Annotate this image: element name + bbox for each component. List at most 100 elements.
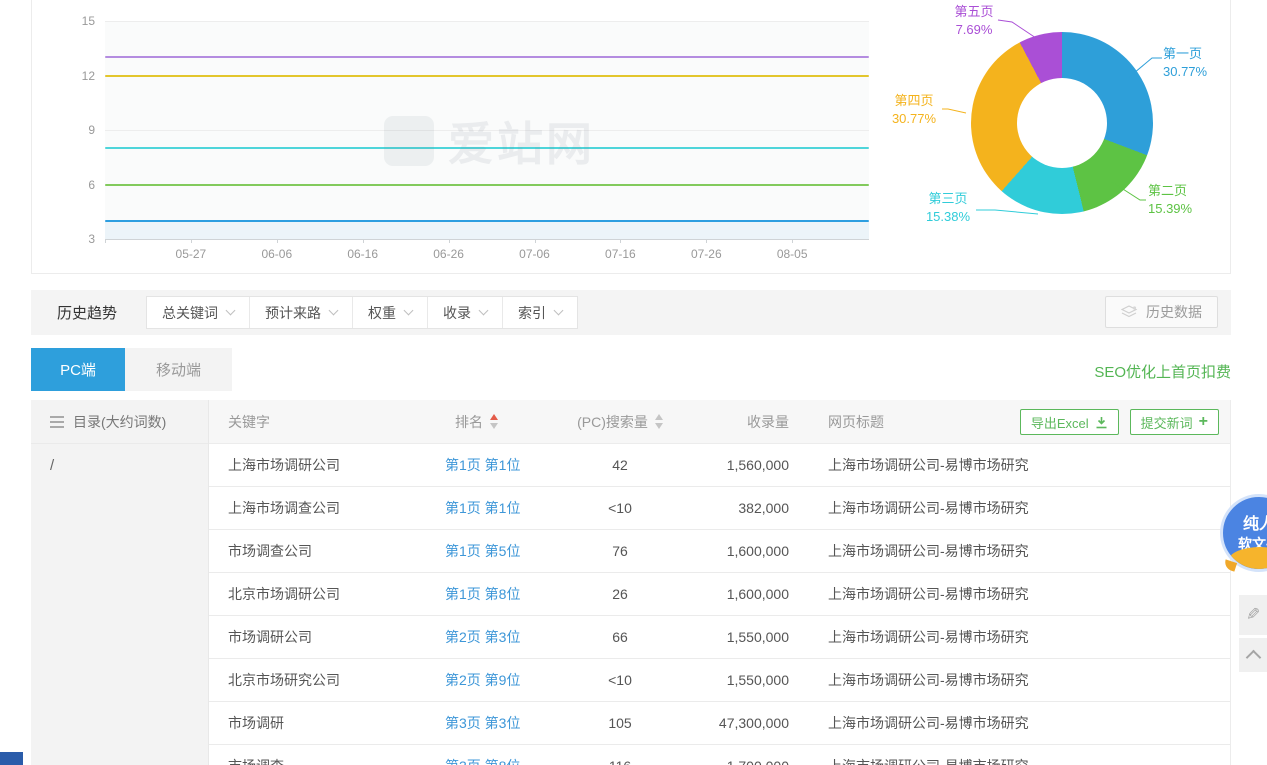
history-data-button[interactable]: 历史数据 (1105, 296, 1218, 328)
x-axis-tick-label: 06-16 (331, 247, 395, 261)
filter-weight[interactable]: 权重 (353, 297, 428, 328)
x-axis-tick-label: 05-27 (159, 247, 223, 261)
page-title-cell: 上海市场调研公司-易博市场研究 (793, 756, 1230, 765)
gridline (105, 239, 869, 240)
pie-label-page1: 第一页 30.77% (1163, 45, 1207, 81)
corner-widget (0, 752, 23, 765)
search-volume-cell: 42 (555, 457, 685, 473)
rank-link[interactable]: 第1页 第8位 (445, 584, 520, 604)
page-distribution-donut-chart (971, 32, 1153, 214)
inclusion-cell: 1,560,000 (685, 457, 793, 473)
pie-label-page3: 第三页 15.38% (916, 190, 980, 226)
tab-mobile[interactable]: 移动端 (125, 348, 232, 391)
keyword-cell: 上海市场调查公司 (209, 498, 445, 518)
rank-cell: 第1页 第8位 (445, 584, 555, 604)
rank-link[interactable]: 第1页 第1位 (445, 498, 520, 518)
column-header-rank[interactable]: 排名 (445, 412, 555, 432)
rank-cell: 第1页 第1位 (445, 455, 555, 475)
table-row: 北京市场研究公司第2页 第9位<101,550,000上海市场调研公司-易博市场… (209, 659, 1230, 702)
inclusion-cell: 1,600,000 (685, 586, 793, 602)
chevron-up-icon (1245, 650, 1261, 666)
rank-cell: 第3页 第3位 (445, 713, 555, 733)
column-header-keyword: 关键字 (209, 412, 445, 432)
directory-list: / (31, 444, 208, 474)
export-excel-button[interactable]: 导出Excel (1020, 409, 1119, 435)
trend-series-line (105, 75, 869, 77)
filter-dropdown-label: 预计来路 (265, 303, 321, 323)
directory-item[interactable]: / (31, 444, 208, 474)
layers-icon (1121, 305, 1138, 320)
filter-inclusion[interactable]: 收录 (428, 297, 503, 328)
inclusion-cell: 1,700,000 (685, 758, 793, 765)
x-axis-tick-label: 07-16 (588, 247, 652, 261)
keyword-table-header: 关键字 排名 (PC)搜索量 收录量 网页标题 导出Excel (209, 400, 1230, 444)
directory-title: 目录(大约词数) (73, 412, 166, 432)
search-volume-cell: 76 (555, 543, 685, 559)
keyword-cell: 市场调研 (209, 713, 445, 733)
chevron-down-icon (226, 306, 236, 316)
keyword-table: 关键字 排名 (PC)搜索量 收录量 网页标题 导出Excel (209, 400, 1231, 765)
history-trend-label: 历史趋势 (57, 302, 117, 323)
page-title-cell: 上海市场调研公司-易博市场研究 (793, 455, 1230, 475)
inclusion-cell: 1,600,000 (685, 543, 793, 559)
y-axis-tick-label: 6 (57, 178, 95, 192)
trend-series-line (105, 220, 869, 222)
sort-asc-icon[interactable] (655, 414, 663, 420)
x-axis-tick-label: 06-06 (245, 247, 309, 261)
y-axis-tick-label: 15 (57, 14, 95, 28)
directory-sidebar: 目录(大约词数) / (31, 400, 209, 765)
submit-keyword-button[interactable]: 提交新词 + (1130, 409, 1219, 435)
sort-desc-icon[interactable] (655, 423, 663, 429)
seo-promo-link[interactable]: SEO优化上首页扣费 (1094, 361, 1231, 382)
search-volume-cell: 116 (555, 758, 685, 765)
rank-cell: 第1页 第5位 (445, 541, 555, 561)
x-axis-tick-mark (191, 239, 192, 243)
column-header-search-volume[interactable]: (PC)搜索量 (555, 412, 685, 432)
table-row: 市场调研公司第2页 第3位661,550,000上海市场调研公司-易博市场研究 (209, 616, 1230, 659)
filter-index[interactable]: 索引 (503, 297, 577, 328)
plus-icon: + (1199, 414, 1208, 430)
sort-arrows-rank[interactable] (490, 414, 498, 429)
search-volume-cell: 26 (555, 586, 685, 602)
rank-link[interactable]: 第3页 第8位 (445, 756, 520, 765)
search-volume-cell: 105 (555, 715, 685, 731)
trend-filter-group: 总关键词 预计来路 权重收录 索引 (146, 296, 578, 329)
sort-desc-icon[interactable] (490, 423, 498, 429)
x-axis-tick-mark (535, 239, 536, 243)
gridline (105, 130, 869, 131)
pencil-icon: ✎ (1246, 605, 1260, 625)
sort-arrows-volume[interactable] (655, 414, 663, 429)
feedback-button[interactable]: ✎ (1239, 595, 1267, 635)
filter-dropdown-label: 总关键词 (162, 303, 218, 323)
x-axis-tick-mark (105, 239, 106, 243)
filter-estimated-traffic[interactable]: 预计来路 (250, 297, 353, 328)
filter-dropdown-label: 收录 (443, 303, 471, 323)
download-icon (1095, 416, 1108, 429)
keyword-cell: 市场调查公司 (209, 541, 445, 561)
inclusion-cell: 382,000 (685, 500, 793, 516)
back-to-top-button[interactable] (1239, 638, 1267, 672)
rank-cell: 第3页 第8位 (445, 756, 555, 765)
x-axis-tick-mark (449, 239, 450, 243)
x-axis-tick-label: 07-06 (503, 247, 567, 261)
x-axis-tick-label: 06-26 (417, 247, 481, 261)
rank-link[interactable]: 第3页 第3位 (445, 713, 520, 733)
table-row: 市场调查第3页 第8位1161,700,000上海市场调研公司-易博市场研究 (209, 745, 1230, 765)
inclusion-cell: 47,300,000 (685, 715, 793, 731)
x-axis-tick-label: 08-05 (760, 247, 824, 261)
inclusion-cell: 1,550,000 (685, 629, 793, 645)
table-row: 市场调查公司第1页 第5位761,600,000上海市场调研公司-易博市场研究 (209, 530, 1230, 573)
rank-link[interactable]: 第2页 第3位 (445, 627, 520, 647)
search-volume-cell: <10 (555, 500, 685, 516)
inclusion-cell: 1,550,000 (685, 672, 793, 688)
y-axis-tick-label: 12 (57, 69, 95, 83)
table-row: 北京市场调研公司第1页 第8位261,600,000上海市场调研公司-易博市场研… (209, 573, 1230, 616)
chevron-down-icon (554, 306, 564, 316)
chevron-down-icon (479, 306, 489, 316)
tab-pc[interactable]: PC端 (31, 348, 125, 391)
sort-asc-icon[interactable] (490, 414, 498, 420)
rank-link[interactable]: 第2页 第9位 (445, 670, 520, 690)
rank-link[interactable]: 第1页 第5位 (445, 541, 520, 561)
rank-link[interactable]: 第1页 第1位 (445, 455, 520, 475)
filter-total-keywords[interactable]: 总关键词 (147, 297, 250, 328)
